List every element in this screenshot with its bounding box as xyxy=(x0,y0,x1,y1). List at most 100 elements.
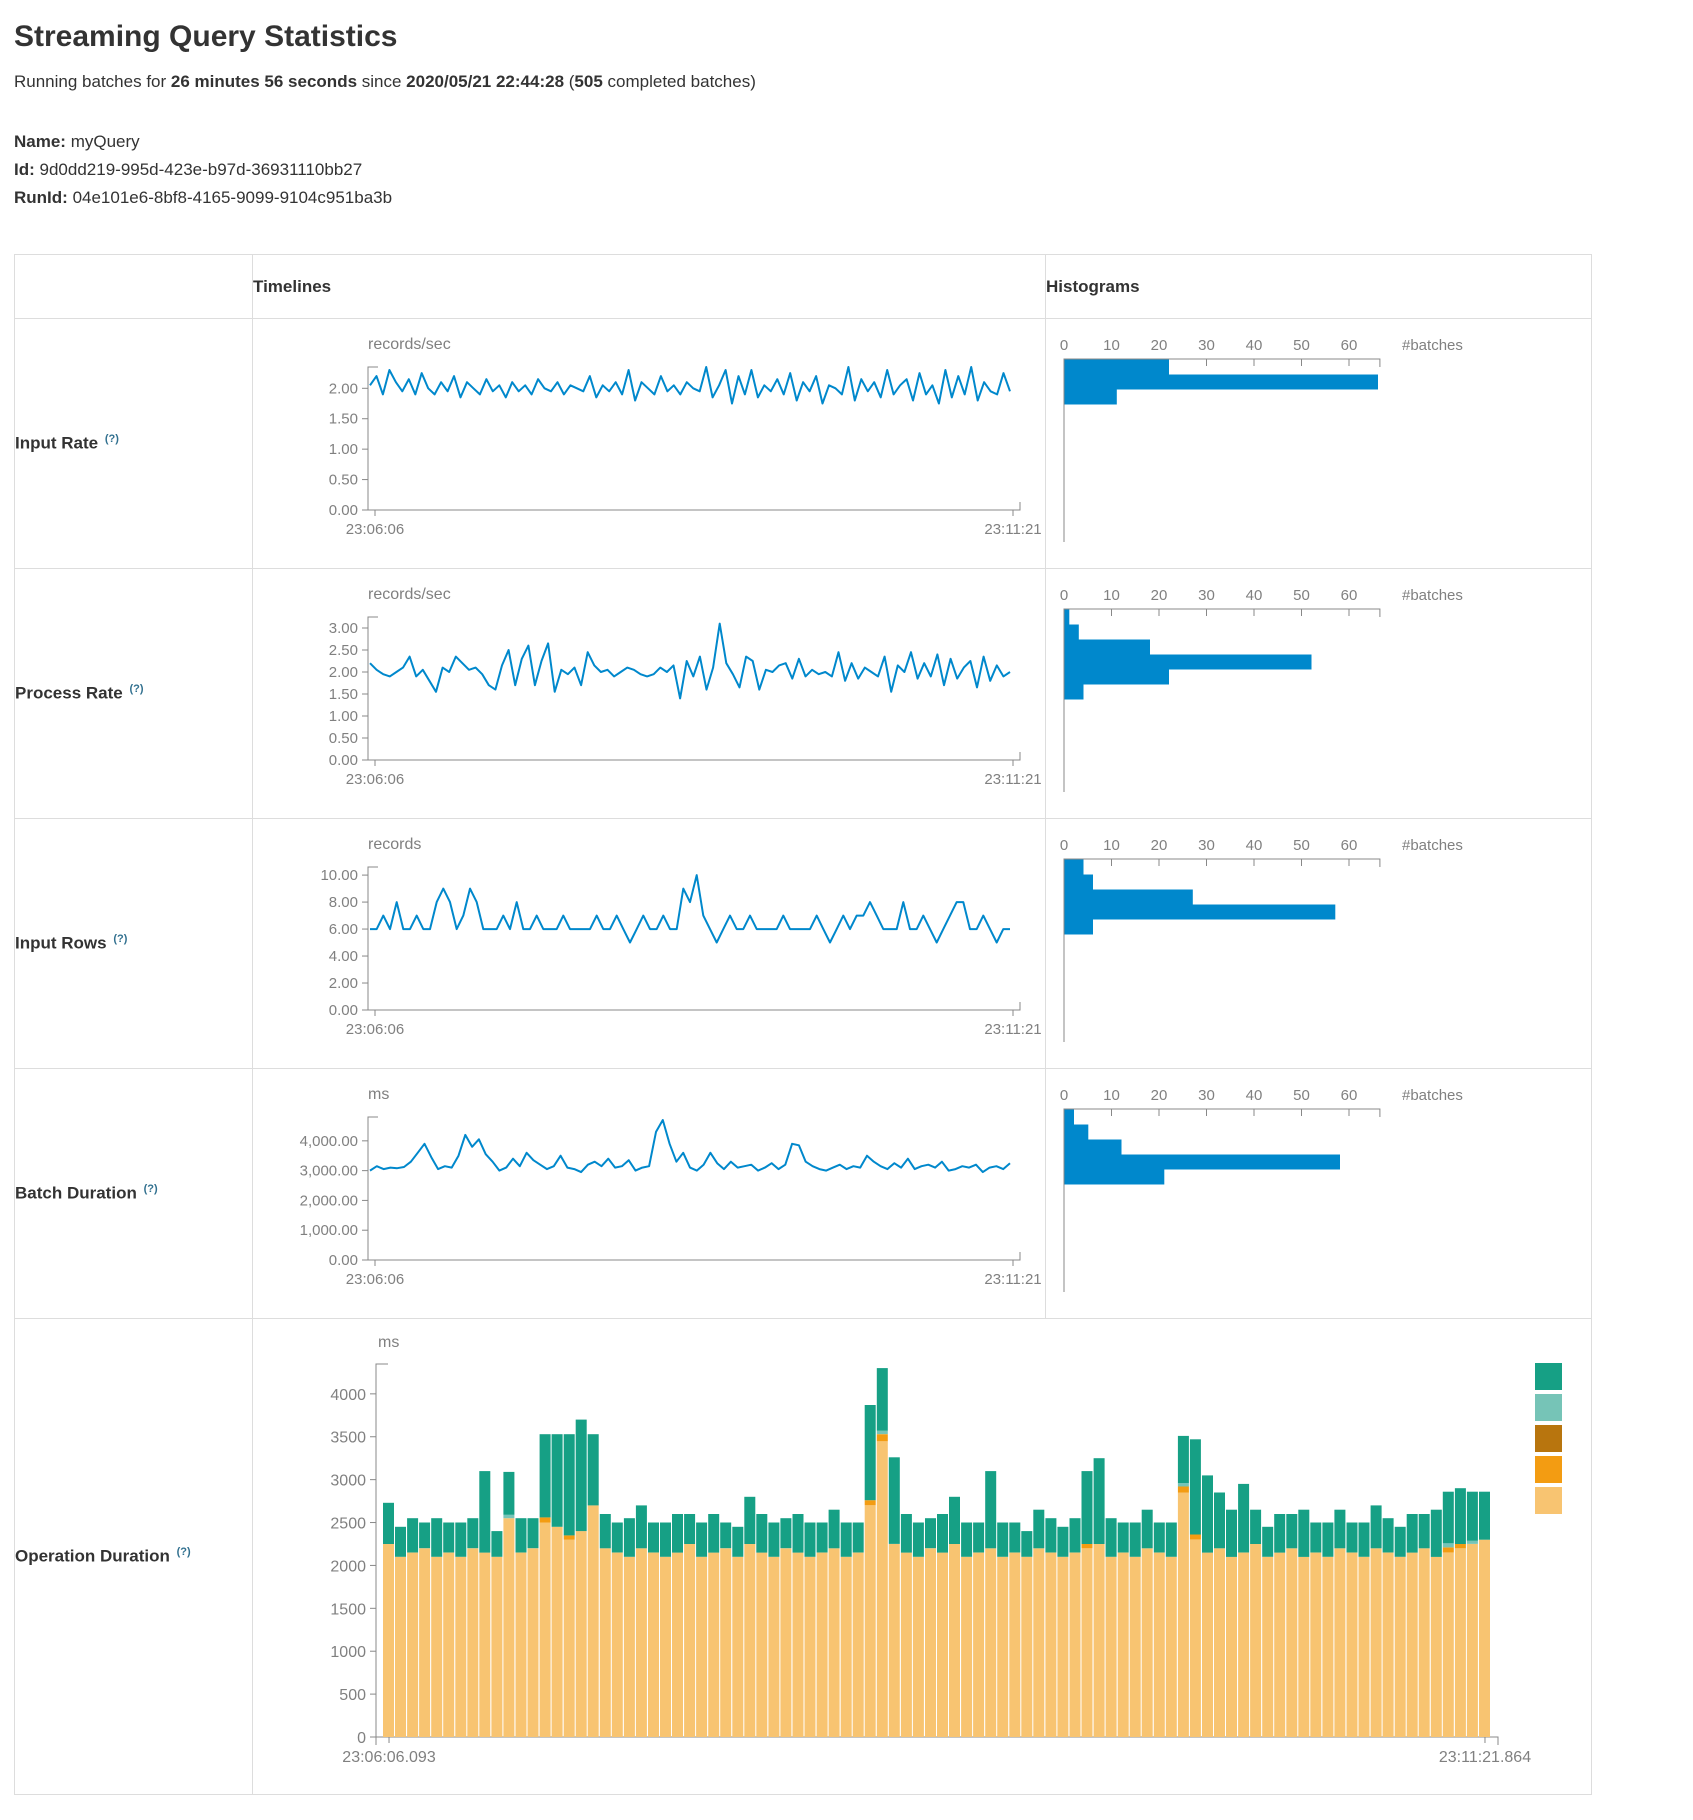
stacked-bar-segment xyxy=(491,1531,502,1557)
stacked-bar-segment xyxy=(1298,1510,1309,1557)
stacked-bar-segment xyxy=(516,1553,527,1737)
help-tooltip-marker[interactable]: (?) xyxy=(144,1183,158,1195)
stacked-bar-segment xyxy=(1443,1547,1454,1552)
stacked-bar-segment xyxy=(1142,1510,1153,1549)
stacked-bar-segment xyxy=(588,1505,599,1737)
stacked-bar-segment xyxy=(1178,1436,1189,1483)
stacked-bar-segment xyxy=(1057,1527,1068,1557)
metric-label: Input Rows xyxy=(15,934,107,953)
histogram-chart: 0102030405060#batches xyxy=(1046,319,1592,568)
help-tooltip-marker[interactable]: (?) xyxy=(177,1546,191,1558)
stacked-bar-segment xyxy=(1033,1548,1044,1737)
stacked-bar-segment xyxy=(973,1523,984,1553)
histogram-bar xyxy=(1065,685,1084,700)
stacked-bar-segment xyxy=(720,1548,731,1737)
stacked-bar-segment xyxy=(1130,1557,1141,1737)
stacked-bar-segment xyxy=(949,1497,960,1544)
timeline-axis xyxy=(368,617,1020,760)
stacked-bar-segment xyxy=(1347,1553,1358,1737)
y-tick-label: 500 xyxy=(339,1687,366,1704)
operation-duration-cell: ms4000350030002500200015001000500023:06:… xyxy=(253,1319,1592,1795)
histogram-cell: 0102030405060#batches xyxy=(1046,819,1592,1069)
x-tick-label: 23:11:21 xyxy=(984,771,1041,788)
x-tick-label: 0 xyxy=(1060,1087,1068,1104)
metric-label-cell: Batch Duration (?) xyxy=(15,1069,253,1319)
x-tick-label: 60 xyxy=(1341,1087,1358,1104)
stacked-bar-segment xyxy=(1419,1514,1430,1548)
unit-label: ms xyxy=(378,1334,399,1351)
y-tick-label: 2000 xyxy=(330,1558,366,1575)
stacked-bar-segment xyxy=(1045,1518,1056,1552)
help-tooltip-marker[interactable]: (?) xyxy=(129,683,143,695)
stats-table-body: Input Rate (?)records/sec2.001.501.000.5… xyxy=(15,319,1592,1795)
x-tick-label: 23:06:06 xyxy=(346,1021,404,1038)
help-tooltip-marker[interactable]: (?) xyxy=(105,433,119,445)
metric-label: Operation Duration xyxy=(15,1547,170,1566)
stacked-bar-segment xyxy=(1359,1523,1370,1557)
stacked-bar-segment xyxy=(1009,1523,1020,1553)
stacked-bar-segment xyxy=(817,1523,828,1553)
stacked-bar-segment xyxy=(877,1441,888,1737)
stacked-bar-segment xyxy=(576,1420,587,1532)
x-tick-label: 0 xyxy=(1060,837,1068,854)
stacked-bar-segment xyxy=(756,1553,767,1737)
x-tick-label: 30 xyxy=(1198,1087,1215,1104)
stacked-bar-segment xyxy=(1455,1548,1466,1737)
x-tick-label: 0 xyxy=(1060,587,1068,604)
stacked-bar-segment xyxy=(612,1523,623,1553)
y-tick-label: 1.50 xyxy=(329,686,358,703)
stacked-bar-segment xyxy=(768,1557,779,1737)
y-tick-label: 0.00 xyxy=(329,502,358,519)
batches-axis-label: #batches xyxy=(1402,837,1463,854)
legend-swatch xyxy=(1535,1456,1562,1483)
running-prefix: Running batches for xyxy=(14,72,171,91)
histogram-cell: 0102030405060#batches xyxy=(1046,569,1592,819)
stacked-bar-segment xyxy=(1166,1523,1177,1557)
stacked-bar-segment xyxy=(1310,1553,1321,1737)
histogram-bar xyxy=(1065,610,1070,625)
stacked-bar-segment xyxy=(985,1548,996,1737)
stacked-bar-segment xyxy=(684,1544,695,1737)
y-tick-label: 2500 xyxy=(330,1516,366,1533)
x-tick-label: 23:11:21 xyxy=(984,521,1041,538)
stacked-bar-segment xyxy=(1274,1553,1285,1737)
x-tick-label: 40 xyxy=(1246,337,1263,354)
stacked-bar-segment xyxy=(672,1514,683,1553)
stacked-bar-segment xyxy=(600,1548,611,1737)
stacked-bar-segment xyxy=(985,1471,996,1548)
stacked-bar-segment xyxy=(588,1434,599,1505)
histogram-bar xyxy=(1065,1155,1341,1170)
x-tick-label: 50 xyxy=(1293,837,1310,854)
x-tick-label: 10 xyxy=(1103,1087,1120,1104)
stacked-bar-segment xyxy=(732,1527,743,1557)
stacked-bar-segment xyxy=(1009,1553,1020,1737)
y-tick-label: 1000 xyxy=(330,1644,366,1661)
x-tick-label: 10 xyxy=(1103,587,1120,604)
stacked-bar-segment xyxy=(949,1544,960,1737)
x-tick-label: 20 xyxy=(1151,837,1168,854)
stacked-bar-segment xyxy=(1479,1540,1490,1737)
metric-label-cell: Input Rate (?) xyxy=(15,319,253,569)
unit-label: records/sec xyxy=(368,336,451,353)
stacked-bar-segment xyxy=(1443,1553,1454,1737)
x-tick-label: 50 xyxy=(1293,587,1310,604)
stacked-bar-segment xyxy=(1094,1544,1105,1737)
stacked-bar-segment xyxy=(1214,1493,1225,1549)
stacked-bar-segment xyxy=(564,1540,575,1737)
stacked-bar-segment xyxy=(841,1523,852,1557)
x-tick-label: 40 xyxy=(1246,587,1263,604)
x-tick-label: 23:06:06 xyxy=(346,1271,404,1288)
stacked-bar-segment xyxy=(877,1431,888,1434)
stacked-bar-segment xyxy=(1118,1553,1129,1737)
stacked-bar-segment xyxy=(479,1553,490,1737)
help-tooltip-marker[interactable]: (?) xyxy=(113,933,127,945)
running-since: since xyxy=(357,72,406,91)
stacked-bar-segment xyxy=(395,1527,406,1557)
stacked-bar-segment xyxy=(901,1514,912,1553)
stacked-bar-segment xyxy=(853,1553,864,1737)
stacked-bar-segment xyxy=(431,1557,442,1737)
statistics-table: Timelines Histograms Input Rate (?)recor… xyxy=(14,254,1592,1795)
stacked-bar-segment xyxy=(865,1405,876,1500)
stacked-bar-segment xyxy=(1431,1510,1442,1557)
stacked-bar-segment xyxy=(1407,1553,1418,1737)
